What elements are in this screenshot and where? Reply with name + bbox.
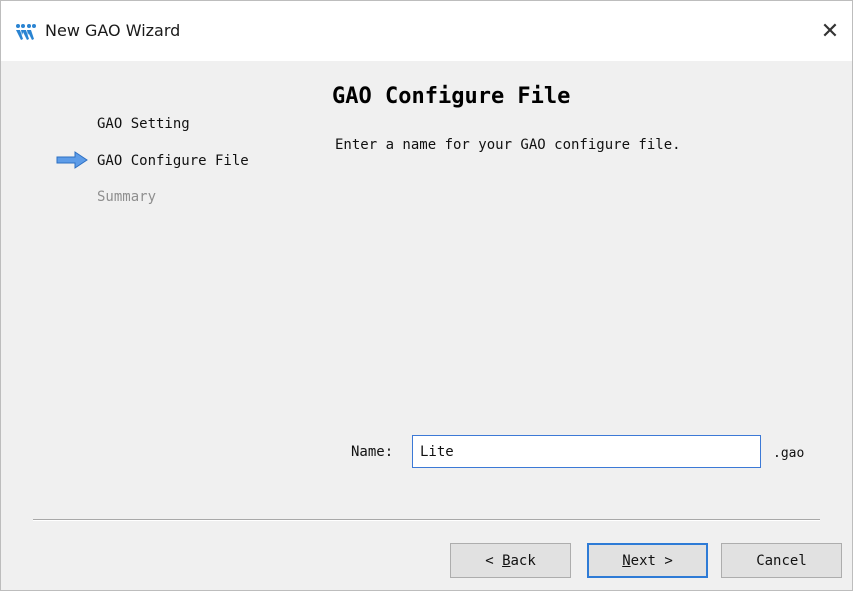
close-icon: ✕ [820,18,840,44]
name-label: Name: [351,444,394,460]
wizard-window: New GAO Wizard ✕ GAO Setting GAO Configu… [0,0,853,591]
next-rest: ext [630,552,656,569]
next-suffix: > [655,552,673,569]
back-accel: B [502,552,511,569]
file-extension-label: .gao [773,446,805,461]
page-heading: GAO Configure File [332,84,571,109]
gowin-logo-icon [16,24,36,40]
step-gao-setting: GAO Setting [97,116,190,132]
current-step-arrow-icon [56,151,88,169]
next-accel: N [622,552,631,569]
page-description: Enter a name for your GAO configure file… [335,137,681,153]
back-rest: ack [510,552,536,569]
step-gao-configure-file: GAO Configure File [97,153,249,169]
window-title: New GAO Wizard [45,21,181,40]
close-button[interactable]: ✕ [808,11,852,51]
step-summary: Summary [97,189,157,205]
cancel-button[interactable]: Cancel [721,543,842,578]
back-button[interactable]: < Back [450,543,571,578]
back-prefix: < [485,552,503,569]
next-button[interactable]: Next > [587,543,708,578]
name-input[interactable] [412,435,761,468]
divider [33,519,820,521]
title-bar: New GAO Wizard ✕ [1,1,852,61]
